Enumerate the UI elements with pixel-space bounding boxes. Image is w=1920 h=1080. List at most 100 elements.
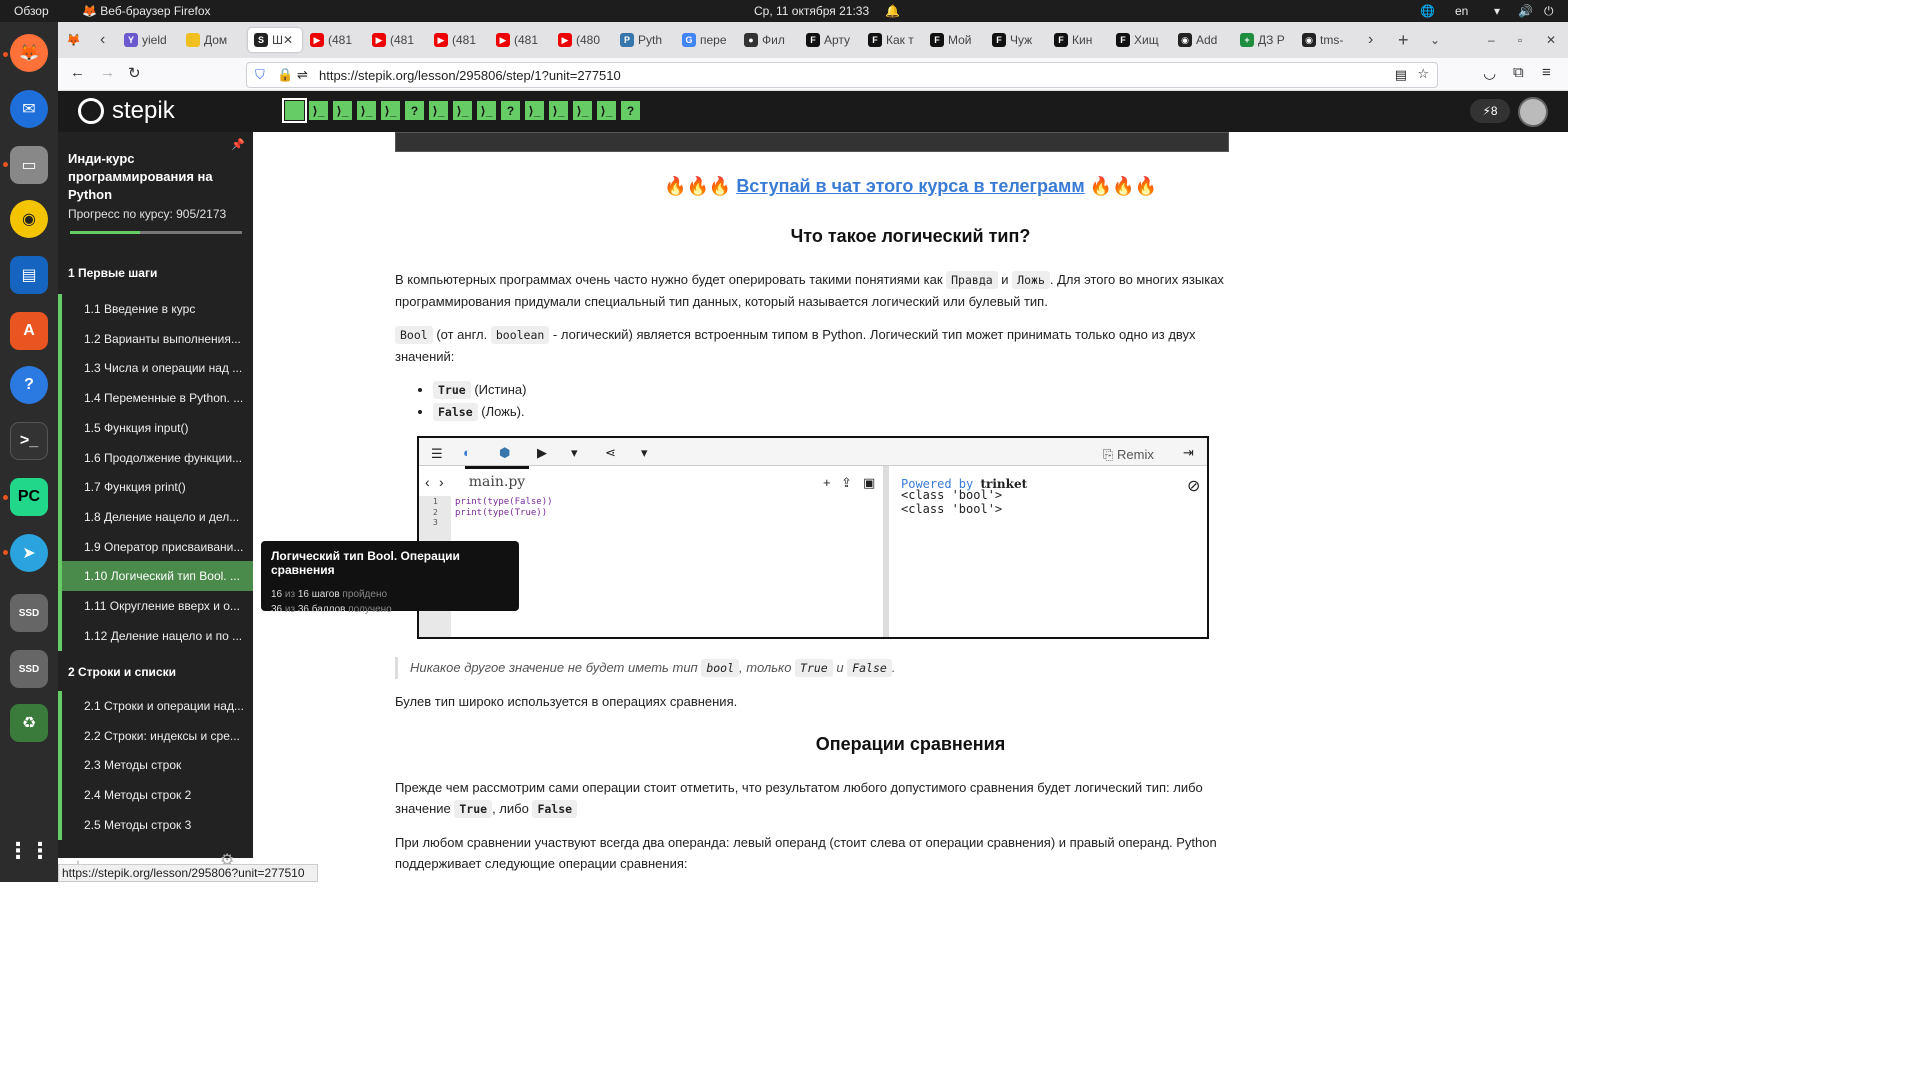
- run-options-chevron-icon[interactable]: ▾: [571, 442, 578, 463]
- browser-tab[interactable]: ▶ (481: [496, 28, 554, 52]
- energy-badge[interactable]: ⚡ 8: [1470, 99, 1510, 123]
- browser-tab[interactable]: ▶ (481: [372, 28, 430, 52]
- section-2[interactable]: 2 Строки и списки: [58, 665, 253, 679]
- forward-button[interactable]: →: [100, 64, 115, 81]
- telegram-link[interactable]: Вступай в чат этого курса в телеграмм: [736, 176, 1084, 196]
- upload-icon[interactable]: ⇪: [841, 472, 852, 493]
- lesson-item[interactable]: 1.3 Числа и операции над ...: [58, 353, 253, 384]
- step-button[interactable]: ?: [500, 100, 521, 121]
- browser-tab[interactable]: ◉ tms-: [1302, 28, 1360, 52]
- add-file-icon[interactable]: +: [823, 472, 831, 493]
- tab-scroll-right[interactable]: ›: [1368, 28, 1373, 52]
- thunderbird-icon[interactable]: ✉: [10, 90, 48, 128]
- code-line[interactable]: print(type(False)): [455, 497, 553, 508]
- browser-tab[interactable]: ▶ (480: [558, 28, 616, 52]
- prev-file-icon[interactable]: ‹: [425, 472, 430, 493]
- browser-tab[interactable]: ● Фил: [744, 28, 802, 52]
- files-icon[interactable]: ▭: [10, 146, 48, 184]
- lesson-item[interactable]: 1.1 Введение в курс: [58, 294, 253, 324]
- ssd-drive-icon-2[interactable]: SSD: [10, 650, 48, 688]
- browser-tab[interactable]: F Чуж: [992, 28, 1050, 52]
- pocket-icon[interactable]: ◡: [1483, 64, 1496, 82]
- browser-tab[interactable]: F Хищ: [1116, 28, 1174, 52]
- tab-list-button[interactable]: ⌄: [1430, 28, 1440, 52]
- tab-scroll-left[interactable]: ‹: [100, 28, 105, 52]
- wifi-icon[interactable]: ▾: [1494, 4, 1500, 18]
- remix-button[interactable]: ⎘ Remix: [1103, 444, 1154, 465]
- app-center-icon[interactable]: A: [10, 312, 48, 350]
- show-apps-icon[interactable]: ⋮⋮: [7, 832, 51, 870]
- step-button[interactable]: ⟩_: [428, 100, 449, 121]
- shield-icon[interactable]: ⛉: [255, 67, 265, 83]
- next-file-icon[interactable]: ›: [439, 472, 444, 493]
- lock-icon[interactable]: 🔒: [277, 67, 293, 83]
- browser-tab[interactable]: + ДЗ Р: [1240, 28, 1298, 52]
- step-button[interactable]: ⟩_: [596, 100, 617, 121]
- terminal-icon[interactable]: >_: [10, 422, 48, 460]
- run-button[interactable]: ▶: [537, 442, 547, 463]
- step-button[interactable]: ?: [404, 100, 425, 121]
- step-button[interactable]: ⟩_: [452, 100, 473, 121]
- login-icon[interactable]: ⇥: [1183, 442, 1194, 463]
- code-lines[interactable]: print(type(False)) print(type(True)): [455, 497, 553, 529]
- browser-tab[interactable]: SШ ✕: [248, 28, 302, 52]
- section-1[interactable]: 1 Первые шаги: [58, 266, 253, 280]
- bell-icon[interactable]: 🔔: [885, 4, 900, 18]
- telegram-icon[interactable]: ➤: [10, 534, 48, 572]
- step-button[interactable]: ⟩_: [356, 100, 377, 121]
- firefox-icon[interactable]: 🦊: [10, 34, 48, 72]
- maximize-button[interactable]: ▫: [1518, 28, 1522, 52]
- pycharm-icon[interactable]: PC: [10, 478, 48, 516]
- step-button[interactable]: ⟩_: [332, 100, 353, 121]
- share-icon[interactable]: ⋖: [605, 442, 616, 463]
- url-bar[interactable]: ⛉ 🔒 ⇌ https://stepik.org/lesson/295806/s…: [246, 62, 1438, 88]
- share-options-chevron-icon[interactable]: ▾: [641, 442, 648, 463]
- trinket-menu-icon[interactable]: ☰: [431, 443, 443, 464]
- step-button[interactable]: ⟩_: [548, 100, 569, 121]
- lesson-item[interactable]: 1.8 Деление нацело и дел...: [58, 501, 253, 532]
- app-menu[interactable]: 🦊 Веб-браузер Firefox: [82, 4, 211, 18]
- trinket-logo-icon[interactable]: ◐: [463, 442, 471, 463]
- ssd-drive-icon[interactable]: SSD: [10, 594, 48, 632]
- code-line[interactable]: [455, 518, 553, 529]
- minimize-button[interactable]: –: [1488, 28, 1495, 52]
- browser-tab[interactable]: ▶ (481: [310, 28, 368, 52]
- stepik-logo[interactable]: stepik: [78, 97, 175, 125]
- video-player-bottom[interactable]: [395, 132, 1229, 152]
- code-line[interactable]: print(type(True)): [455, 508, 553, 519]
- step-button[interactable]: ⟩_: [572, 100, 593, 121]
- clear-output-icon[interactable]: ⊘: [1187, 476, 1200, 497]
- lesson-item[interactable]: 1.4 Переменные в Python. ...: [58, 383, 253, 414]
- browser-tab[interactable]: Gпере: [682, 28, 740, 52]
- pin-icon[interactable]: 📌: [231, 138, 245, 151]
- lesson-item[interactable]: 1.2 Варианты выполнения...: [58, 323, 253, 354]
- reload-button[interactable]: ↻: [128, 64, 141, 82]
- lesson-item[interactable]: 2.3 Методы строк: [58, 750, 253, 781]
- lesson-item[interactable]: 1.9 Оператор присваивани...: [58, 531, 253, 562]
- lesson-item[interactable]: 1.10 Логический тип Bool. ...: [58, 561, 253, 592]
- menu-icon[interactable]: ≡: [1542, 64, 1551, 81]
- avatar[interactable]: [1518, 97, 1548, 127]
- writer-icon[interactable]: ▤: [10, 256, 48, 294]
- activities-button[interactable]: Обзор: [14, 4, 49, 18]
- clock[interactable]: Ср, 11 октября 21:33: [754, 4, 869, 18]
- browser-tab[interactable]: F Кин: [1054, 28, 1112, 52]
- lesson-item[interactable]: 1.12 Деление нацело и по ...: [58, 620, 253, 651]
- rhythmbox-icon[interactable]: ◉: [10, 200, 48, 238]
- browser-tab[interactable]: P Pyth: [620, 28, 678, 52]
- course-title[interactable]: Инди-курс программирования на Python: [68, 150, 228, 204]
- browser-tab[interactable]: F Как т: [868, 28, 926, 52]
- extensions-icon[interactable]: ⧉: [1513, 64, 1524, 81]
- new-tab-button[interactable]: +: [1398, 28, 1409, 52]
- lesson-item[interactable]: 1.7 Функция print(): [58, 472, 253, 503]
- bookmark-star-icon[interactable]: ☆: [1417, 66, 1429, 82]
- help-icon[interactable]: ?: [10, 366, 48, 404]
- power-icon[interactable]: ⏻: [1544, 4, 1554, 19]
- browser-tab[interactable]: F Мой: [930, 28, 988, 52]
- firefox-view-icon[interactable]: 🦊: [66, 28, 81, 52]
- lesson-item[interactable]: 1.6 Продолжение функции...: [58, 442, 253, 473]
- file-tab-main[interactable]: main.py: [465, 466, 529, 494]
- browser-tab[interactable]: Yyield: [124, 28, 182, 52]
- volume-icon[interactable]: 🔊: [1518, 4, 1533, 18]
- python-icon[interactable]: ⬢: [499, 442, 510, 463]
